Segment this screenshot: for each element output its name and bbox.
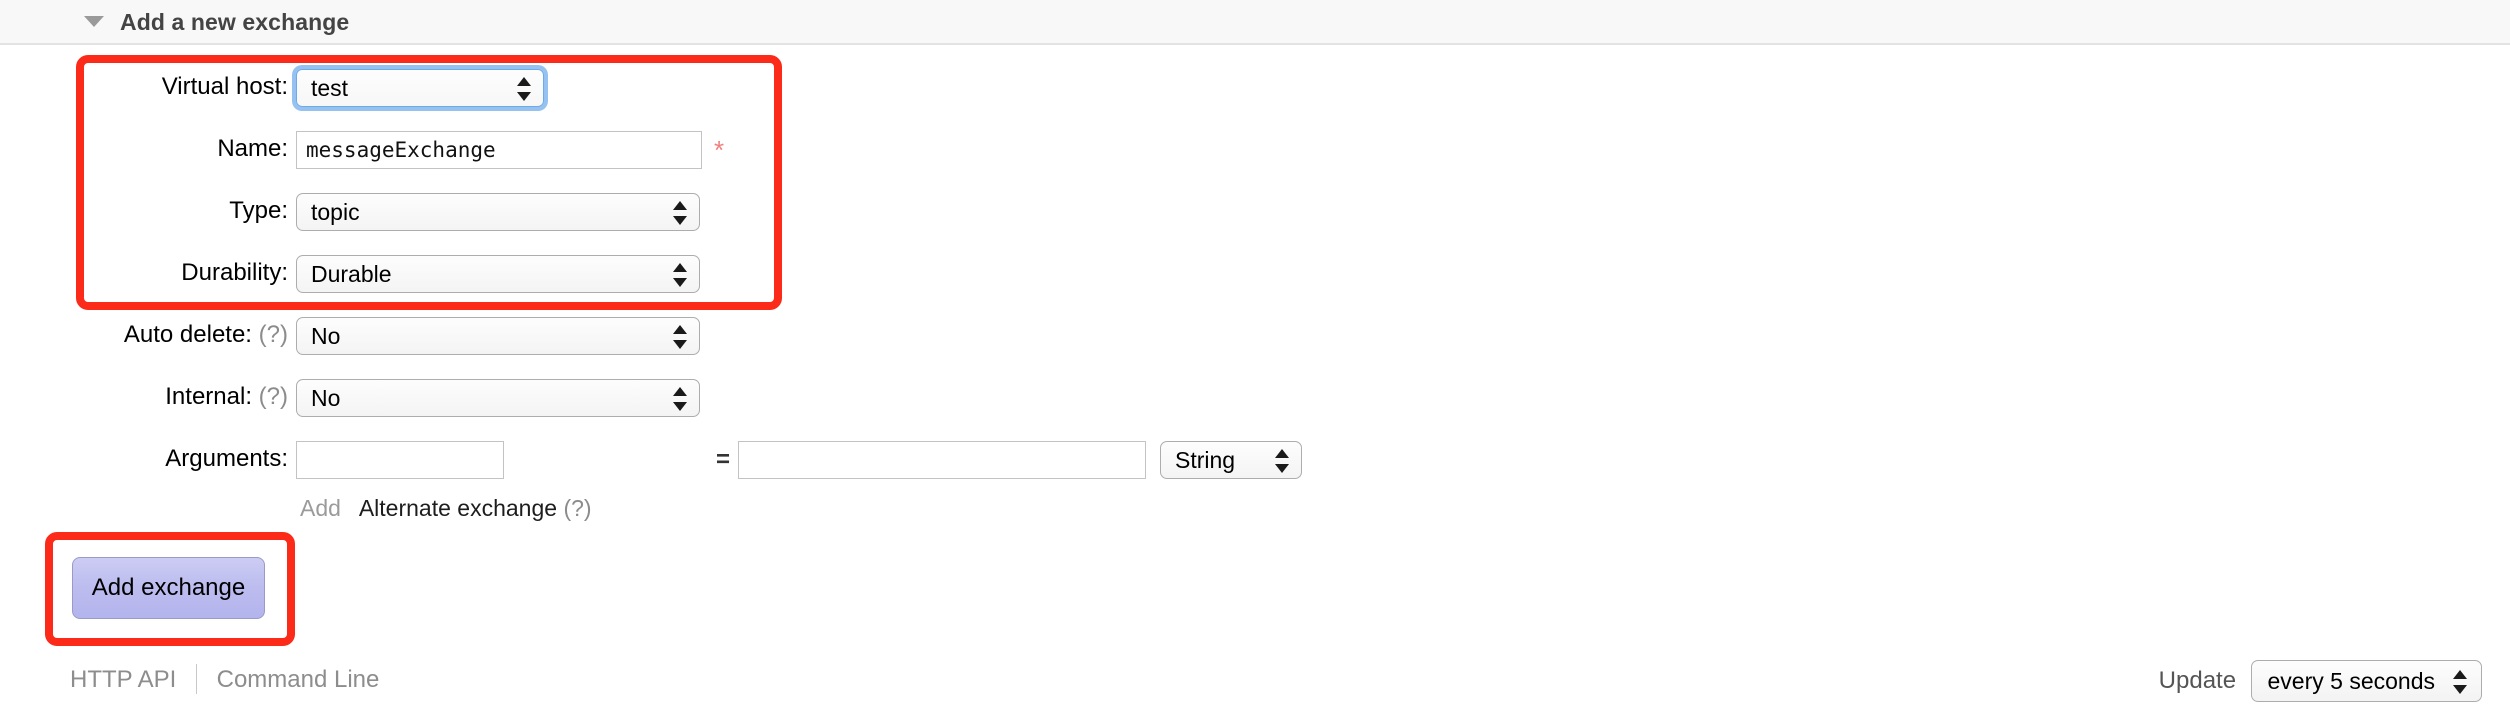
internal-help-icon[interactable]: (?) [259, 383, 288, 410]
update-interval-select[interactable]: every 5 seconds [2250, 660, 2482, 702]
page-title: Add a new exchange [120, 9, 350, 35]
select-arrows-icon [2453, 670, 2467, 694]
durability-select[interactable]: Durable [296, 255, 700, 293]
http-api-link[interactable]: HTTP API [70, 666, 176, 693]
equals-sign: = [716, 446, 731, 473]
name-input[interactable]: messageExchange [296, 131, 702, 169]
label-virtual-host: Virtual host: [161, 73, 288, 100]
type-select[interactable]: topic [296, 193, 700, 231]
footer-divider [195, 664, 197, 694]
argument-value-input[interactable] [738, 441, 1146, 479]
label-arguments: Arguments: [165, 445, 288, 472]
select-arrows-icon [673, 387, 687, 411]
label-internal: Internal: (?) [165, 383, 288, 410]
alternate-exchange-help-icon[interactable]: (?) [563, 495, 591, 521]
add-argument-link[interactable]: Add [300, 495, 341, 521]
label-auto-delete: Auto delete: (?) [123, 321, 288, 348]
add-exchange-button[interactable]: Add exchange [72, 557, 265, 619]
triangle-down-icon[interactable] [84, 16, 104, 27]
label-durability: Durability: [181, 259, 288, 286]
argument-key-input[interactable] [296, 441, 504, 479]
auto-delete-help-icon[interactable]: (?) [259, 321, 288, 348]
select-arrows-icon [673, 263, 687, 287]
update-interval-control: Update every 5 seconds [2159, 660, 2482, 702]
select-arrows-icon [673, 325, 687, 349]
select-arrows-icon [517, 77, 531, 101]
label-name: Name: [217, 135, 288, 162]
required-asterisk: * [714, 135, 725, 165]
auto-delete-select[interactable]: No [296, 317, 700, 355]
internal-select[interactable]: No [296, 379, 700, 417]
select-arrows-icon [673, 201, 687, 225]
update-label: Update [2158, 667, 2237, 694]
command-line-link[interactable]: Command Line [217, 666, 380, 693]
footer: HTTP API Command Line Update every 5 sec… [0, 640, 2510, 724]
footer-links: HTTP API Command Line [70, 660, 379, 700]
alternate-exchange-link[interactable]: Alternate exchange [359, 495, 557, 521]
virtual-host-select[interactable]: test [296, 69, 544, 107]
section-header[interactable]: Add a new exchange [0, 0, 2510, 45]
argument-actions: Add Alternate exchange (?) [300, 491, 592, 525]
select-arrows-icon [1275, 449, 1289, 473]
argument-type-select[interactable]: String [1160, 441, 1302, 479]
label-type: Type: [229, 197, 288, 224]
